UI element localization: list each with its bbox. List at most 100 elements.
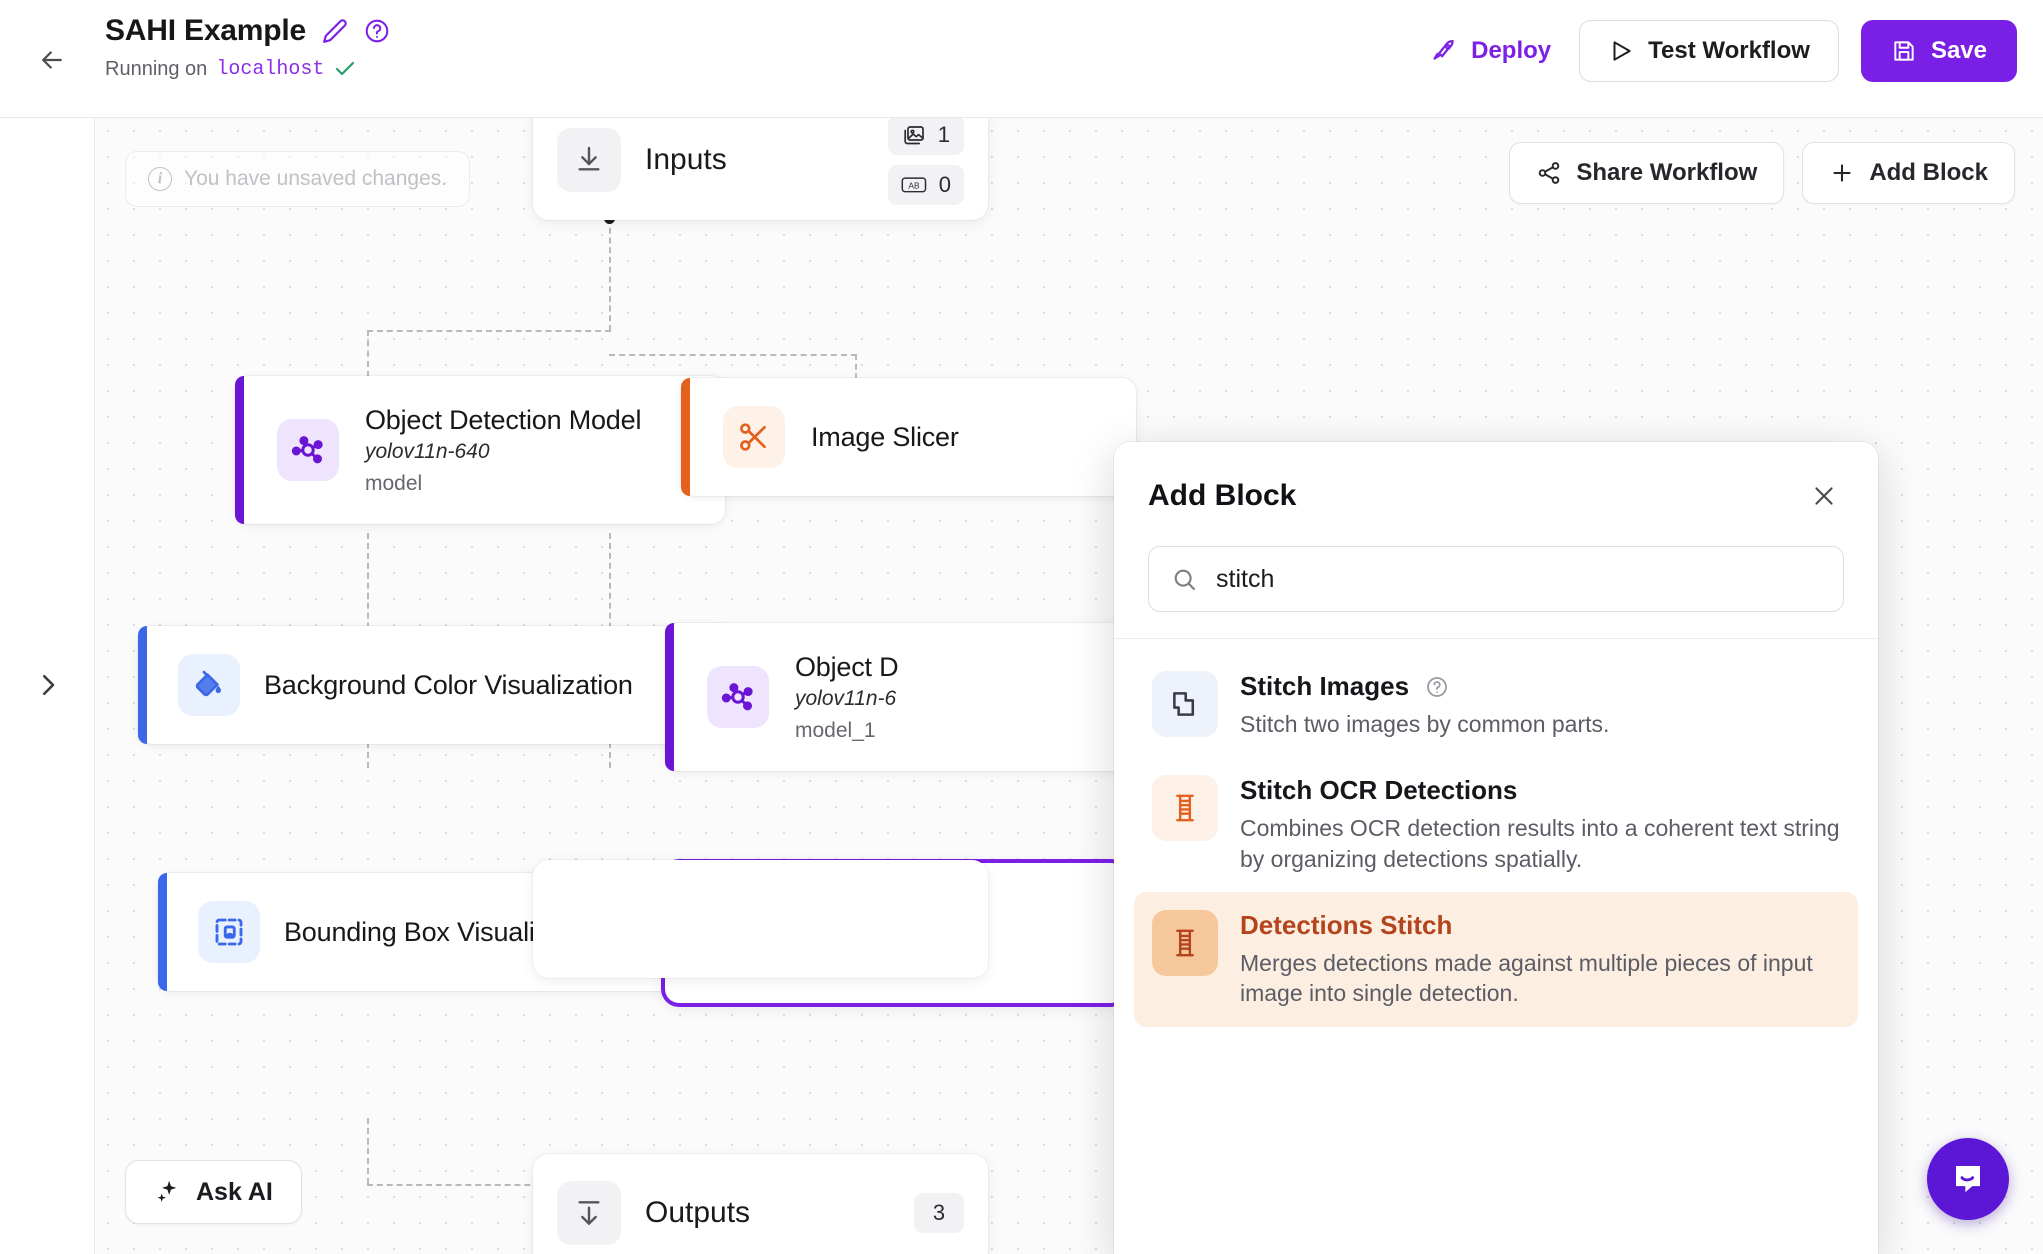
bounding-box-icon — [198, 901, 260, 963]
block-name: Detections Stitch — [1240, 910, 1453, 941]
block-description: Merges detections made against multiple … — [1240, 950, 1813, 1007]
node-accent-bar — [138, 626, 147, 744]
list-item[interactable]: Stitch Images Stitch two images by commo… — [1134, 653, 1858, 757]
node-slug: model — [365, 471, 423, 495]
node-title: Background Color Visualization — [264, 669, 633, 700]
block-description: Stitch two images by common parts. — [1240, 711, 1610, 737]
chat-bubble-icon — [1956, 1166, 1980, 1193]
scissors-icon — [723, 406, 785, 468]
connector-line — [367, 1118, 369, 1184]
list-item-body: Stitch OCR Detections Combines OCR detec… — [1240, 775, 1840, 874]
chat-launcher-button[interactable] — [1927, 1138, 2009, 1220]
badge-output-value: 3 — [932, 1200, 946, 1225]
workflow-builder-page: SAHI Example Running on localhost Deploy… — [0, 0, 2043, 1254]
node-object-detection-model-text: Object Detection Model yolov11n-640 mode… — [365, 405, 641, 496]
arrow-left-icon — [42, 51, 62, 69]
node-title: Object D — [795, 651, 899, 682]
ask-ai-button[interactable]: Ask AI — [125, 1160, 302, 1224]
search-input-value: stitch — [1216, 564, 1275, 593]
deploy-button[interactable]: Deploy — [1425, 27, 1557, 75]
check-icon — [333, 57, 357, 81]
question-circle-icon[interactable] — [1425, 675, 1449, 699]
add-block-label: Add Block — [1869, 159, 1988, 186]
node-subtitle: yolov11n-640 — [365, 439, 490, 463]
test-workflow-label: Test Workflow — [1648, 37, 1810, 64]
list-item-body: Stitch Images Stitch two images by commo… — [1240, 671, 1609, 739]
thread-spool-icon — [1152, 910, 1218, 977]
node-accent-bar — [681, 378, 690, 496]
canvas-toolbar: Share Workflow Add Block — [1509, 142, 2015, 204]
share-workflow-button[interactable]: Share Workflow — [1509, 142, 1785, 204]
connector-line — [609, 218, 611, 331]
status-prefix: Running on — [105, 57, 208, 80]
model-graph-icon — [277, 419, 339, 481]
share-workflow-label: Share Workflow — [1576, 159, 1758, 186]
question-circle-icon[interactable] — [364, 18, 390, 44]
floppy-disk-icon — [1891, 38, 1917, 64]
search-input[interactable]: stitch — [1148, 546, 1844, 612]
node-outputs-title: Outputs — [645, 1196, 751, 1229]
image-icon — [902, 123, 926, 147]
thread-spool-icon — [1152, 775, 1218, 842]
status-host: localhost — [216, 57, 325, 81]
test-workflow-button[interactable]: Test Workflow — [1579, 20, 1839, 82]
node-slug: model_1 — [795, 718, 876, 742]
block-description: Combines OCR detection results into a co… — [1240, 815, 1840, 872]
workflow-title-group: SAHI Example Running on localhost — [105, 14, 390, 81]
node-title: Object Detection Model — [365, 404, 642, 435]
node-image-slicer[interactable]: Image Slicer — [681, 378, 1136, 496]
block-name: Stitch OCR Detections — [1240, 775, 1518, 806]
unsaved-changes-notice: i You have unsaved changes. — [125, 151, 471, 207]
paint-bucket-icon — [178, 654, 240, 716]
play-icon — [1608, 38, 1634, 64]
list-item-body: Detections Stitch Merges detections made… — [1240, 910, 1840, 1009]
download-arrow-icon — [557, 128, 621, 192]
node-inputs[interactable]: Inputs 1 AB 0 — [533, 118, 988, 220]
ask-ai-label: Ask AI — [196, 1177, 273, 1206]
node-accent-bar — [235, 376, 244, 524]
node-title: Image Slicer — [811, 421, 959, 452]
plus-icon — [1829, 160, 1855, 186]
list-item[interactable]: Stitch OCR Detections Combines OCR detec… — [1134, 757, 1858, 892]
list-item[interactable]: Detections Stitch Merges detections made… — [1134, 892, 1858, 1027]
add-block-panel-title: Add Block — [1148, 479, 1297, 512]
page-title: SAHI Example — [105, 14, 307, 47]
back-button[interactable] — [30, 38, 74, 82]
info-icon: i — [148, 167, 172, 191]
sidebar-expand-button[interactable] — [28, 663, 68, 707]
save-button[interactable]: Save — [1860, 20, 2017, 82]
node-object-detection-model-1[interactable]: Object D yolov11n-6 model_1 — [665, 623, 1135, 771]
node-object-detection-model[interactable]: Object Detection Model yolov11n-640 mode… — [235, 376, 725, 524]
pencil-icon[interactable] — [322, 18, 348, 44]
inputs-badges: 1 AB 0 — [887, 118, 964, 205]
rocket-icon — [1431, 37, 1459, 65]
sparkles-icon — [154, 1178, 182, 1206]
add-block-panel: Add Block stitch Stitch Images Stitch tw… — [1114, 442, 1878, 1254]
connector-line — [367, 330, 611, 332]
close-icon[interactable] — [1804, 476, 1844, 516]
badge-image-count: 1 — [887, 118, 964, 155]
save-label: Save — [1930, 37, 1987, 64]
add-block-button[interactable]: Add Block — [1802, 142, 2015, 204]
block-name: Stitch Images — [1240, 671, 1410, 701]
node-outputs[interactable]: Outputs 3 — [533, 1154, 988, 1254]
model-graph-icon — [707, 666, 769, 728]
node-subtitle: yolov11n-6 — [795, 686, 897, 710]
connector-line — [609, 354, 857, 356]
badge-text-count: AB 0 — [887, 165, 964, 205]
node-object-detection-model-1-text: Object D yolov11n-6 model_1 — [795, 651, 899, 743]
block-results-list: Stitch Images Stitch two images by commo… — [1114, 638, 1878, 1027]
top-actions: Deploy Test Workflow Save — [1425, 20, 2017, 82]
upload-arrow-icon — [557, 1181, 621, 1245]
top-bar: SAHI Example Running on localhost Deploy… — [0, 0, 2043, 118]
node-background-color-visualization[interactable]: Background Color Visualization — [138, 626, 738, 744]
badge-image-value: 1 — [937, 122, 950, 147]
node-accent-bar — [665, 623, 674, 771]
unsaved-changes-text: You have unsaved changes. — [184, 167, 448, 190]
badge-output-count: 3 — [914, 1193, 964, 1233]
add-block-panel-header: Add Block — [1114, 442, 1878, 516]
deploy-label: Deploy — [1471, 37, 1552, 64]
node-outputs-hidden-helper — [533, 860, 988, 978]
share-nodes-icon — [1536, 160, 1562, 186]
node-inputs-title: Inputs — [645, 143, 727, 176]
